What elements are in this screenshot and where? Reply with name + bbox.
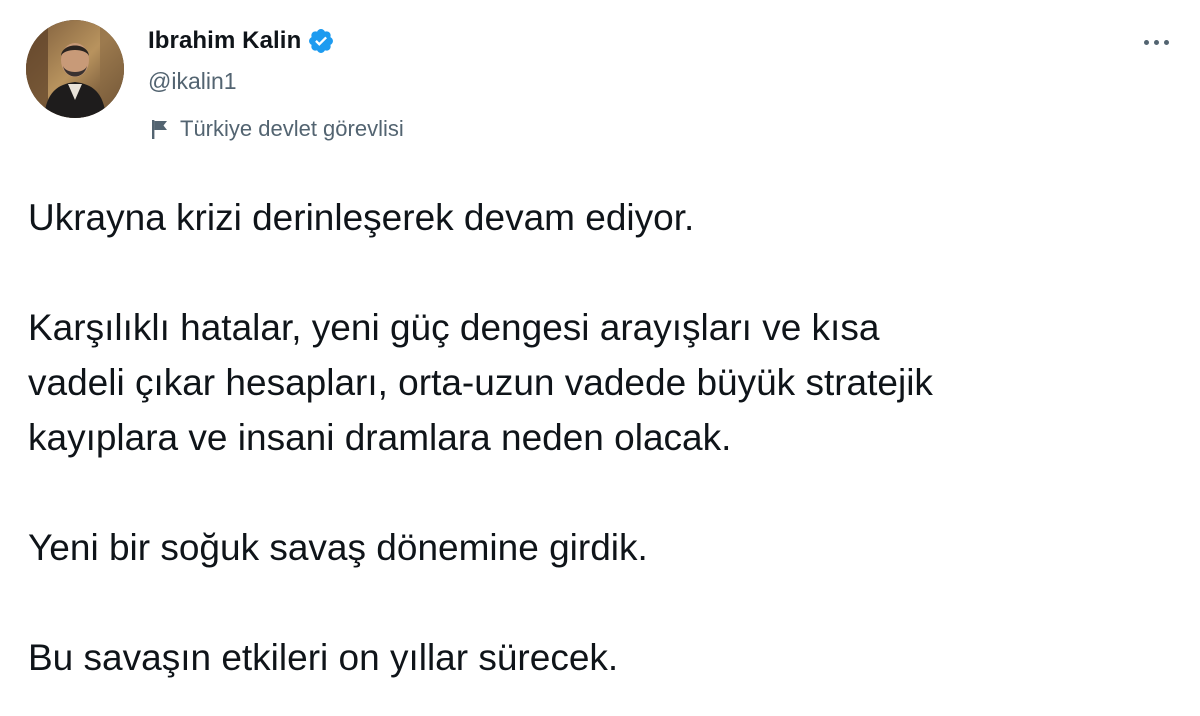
tweet-paragraph: Yeni bir soğuk savaş dönemine girdik. [28,527,648,568]
flag-icon [152,120,167,139]
account-label-text: Türkiye devlet görevlisi [180,116,404,141]
author-name-row[interactable]: Ibrahim Kalin [148,24,335,58]
author-display-name[interactable]: Ibrahim Kalin [148,27,301,55]
tweet-paragraph: Bu savaşın etkileri on yıllar sürecek. [28,637,619,678]
verified-badge-icon [309,29,334,53]
author-handle[interactable]: @ikalin1 [148,68,237,95]
tweet-paragraph: Ukrayna krizi derinleşerek devam ediyor. [28,197,695,238]
tweet-card: Ibrahim Kalin @ikalin1 Türkiye devlet gö… [0,0,1200,716]
avatar-image [26,20,124,118]
more-options-button[interactable] [1134,28,1178,56]
more-horizontal-icon [1143,39,1149,45]
more-dot [1153,39,1159,45]
avatar[interactable] [26,20,124,118]
more-dot [1163,39,1169,45]
account-label: Türkiye devlet görevlisi [150,114,404,144]
tweet-paragraph: Karşılıklı hatalar, yeni güç dengesi ara… [28,307,933,458]
tweet-text: Ukrayna krizi derinleşerek devam ediyor.… [28,190,1188,685]
